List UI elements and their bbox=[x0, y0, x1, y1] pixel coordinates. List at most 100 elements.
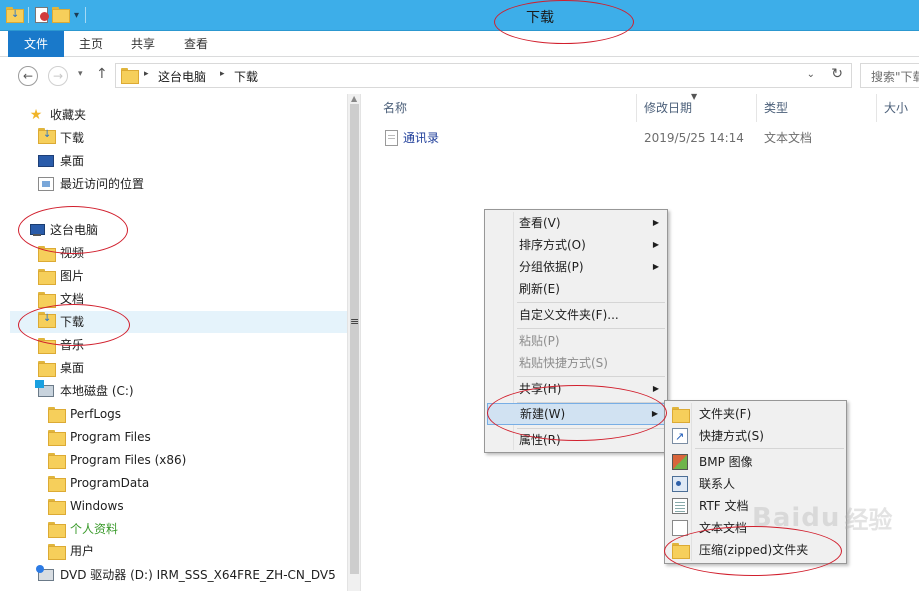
back-button[interactable]: ← bbox=[18, 66, 38, 86]
star-icon: ★ bbox=[29, 107, 43, 123]
nav-favorites-header[interactable]: ★ 收藏夹 bbox=[28, 104, 86, 126]
new-item-folder[interactable]: 文件夹(F) bbox=[667, 403, 844, 425]
nav-item-programdata[interactable]: ProgramData bbox=[48, 472, 149, 494]
back-arrow-icon: ← bbox=[22, 69, 34, 83]
navigation-bar: ← → ▾ ↑ ▸ 这台电脑 ▸ 下载 ⌄ ↻ 搜索"下载" bbox=[0, 57, 919, 94]
sort-descending-icon: ▼ bbox=[691, 92, 698, 101]
customize-toolbar-dropdown-icon[interactable]: ▾ bbox=[74, 10, 79, 21]
search-input[interactable]: 搜索"下载" bbox=[860, 63, 919, 88]
recent-locations-dropdown-icon[interactable]: ▾ bbox=[78, 69, 83, 79]
menu-label: 联系人 bbox=[699, 477, 736, 491]
nav-label: 图片 bbox=[60, 269, 85, 283]
nav-label: 用户 bbox=[70, 544, 95, 558]
menu-item-paste-shortcut: 粘贴快捷方式(S) bbox=[519, 356, 608, 370]
nav-label: 个人资料 bbox=[70, 522, 119, 536]
ribbon-tabs: 文件 主页 共享 查看 bbox=[0, 31, 919, 57]
menu-label: BMP 图像 bbox=[699, 455, 753, 469]
menu-item-group-by[interactable]: 分组依据(P) ▶ bbox=[487, 256, 665, 278]
baidu-watermark: Baidu 经验 bbox=[752, 500, 892, 535]
menu-label: 快捷方式(S) bbox=[699, 429, 764, 443]
downloads-folder-icon: ↓ bbox=[38, 127, 56, 149]
column-name[interactable]: 名称 bbox=[361, 94, 637, 122]
tab-home[interactable]: 主页 bbox=[66, 31, 116, 57]
nav-item-program-files[interactable]: Program Files bbox=[48, 426, 151, 448]
menu-separator bbox=[695, 448, 844, 449]
submenu-arrow-icon: ▶ bbox=[652, 240, 659, 249]
nav-local-disk[interactable]: 本地磁盘 (C:) bbox=[35, 380, 134, 402]
file-modified: 2019/5/25 14:14 bbox=[644, 131, 744, 145]
folder-icon bbox=[48, 453, 66, 469]
properties-icon[interactable] bbox=[35, 7, 49, 23]
nav-item-program-files-x86[interactable]: Program Files (x86) bbox=[48, 449, 186, 471]
new-folder-icon[interactable] bbox=[52, 7, 70, 23]
folder-icon bbox=[48, 407, 66, 423]
menu-item-properties[interactable]: 属性(R) bbox=[487, 429, 665, 451]
new-submenu: 文件夹(F) 快捷方式(S) BMP 图像 联系人 RTF 文档 文本文档 压缩… bbox=[664, 400, 847, 564]
rtf-document-icon bbox=[672, 498, 688, 514]
menu-item-view[interactable]: 查看(V) ▶ bbox=[487, 212, 665, 234]
toolbar-divider bbox=[28, 7, 29, 23]
menu-item-share[interactable]: 共享(H) ▶ bbox=[487, 378, 665, 400]
up-arrow-icon[interactable]: ↑ bbox=[96, 66, 108, 82]
nav-item-downloads-selected[interactable]: ↓ 下载 bbox=[10, 311, 347, 333]
address-history-dropdown-icon[interactable]: ⌄ bbox=[807, 69, 815, 80]
menu-item-refresh[interactable]: 刷新(E) bbox=[487, 278, 665, 300]
menu-item-new[interactable]: 新建(W) ▶ bbox=[487, 403, 665, 425]
submenu-arrow-icon: ▶ bbox=[652, 218, 659, 227]
music-folder-icon bbox=[38, 338, 56, 354]
new-item-bmp[interactable]: BMP 图像 bbox=[667, 451, 844, 473]
nav-item-dvd-drive[interactable]: DVD 驱动器 (D:) IRM_SSS_X64FRE_ZH-CN_DV5 bbox=[36, 564, 336, 586]
breadcrumb-separator-icon[interactable]: ▸ bbox=[144, 69, 149, 79]
menu-item-paste: 粘贴(P) bbox=[519, 334, 560, 348]
nav-label: 文档 bbox=[60, 292, 85, 306]
nav-item-windows[interactable]: Windows bbox=[48, 495, 124, 517]
file-row[interactable]: 通讯录 bbox=[385, 127, 439, 149]
downloads-folder-icon: ↓ bbox=[38, 311, 56, 333]
dvd-drive-icon bbox=[36, 565, 54, 581]
breadcrumb-separator-icon[interactable]: ▸ bbox=[220, 69, 225, 79]
nav-item-music[interactable]: 音乐 bbox=[38, 334, 84, 356]
nav-label: 收藏夹 bbox=[50, 108, 87, 122]
grip-icon[interactable]: ≡ bbox=[350, 315, 359, 328]
refresh-icon[interactable]: ↻ bbox=[831, 66, 843, 82]
tab-file[interactable]: 文件 bbox=[8, 31, 64, 57]
recent-places-icon bbox=[38, 177, 54, 191]
nav-this-pc-header[interactable]: 这台电脑 bbox=[28, 219, 98, 241]
new-item-zipped-folder[interactable]: 压缩(zipped)文件夹 bbox=[667, 539, 844, 561]
pictures-folder-icon bbox=[38, 269, 56, 285]
tab-share[interactable]: 共享 bbox=[118, 31, 168, 57]
nav-label: ProgramData bbox=[70, 476, 150, 490]
nav-item-recent-places[interactable]: 最近访问的位置 bbox=[38, 173, 144, 195]
scroll-up-icon[interactable]: ▲ bbox=[351, 94, 357, 103]
breadcrumb-this-pc[interactable]: 这台电脑 bbox=[158, 68, 206, 85]
text-document-icon bbox=[672, 520, 688, 536]
nav-item-videos[interactable]: 视频 bbox=[38, 242, 84, 264]
scrollbar-thumb[interactable] bbox=[350, 104, 359, 574]
address-bar[interactable]: ▸ 这台电脑 ▸ 下载 ⌄ ↻ bbox=[115, 63, 852, 88]
nav-item-desktop-pc[interactable]: 桌面 bbox=[38, 357, 84, 379]
nav-item-downloads[interactable]: ↓ 下载 bbox=[38, 127, 84, 149]
new-item-shortcut[interactable]: 快捷方式(S) bbox=[667, 425, 844, 448]
new-item-contact[interactable]: 联系人 bbox=[667, 473, 844, 495]
nav-item-users[interactable]: 用户 bbox=[48, 540, 94, 562]
menu-separator bbox=[517, 328, 665, 329]
watermark-brand: Baidu bbox=[752, 502, 841, 533]
column-size[interactable]: 大小 bbox=[877, 94, 919, 122]
documents-folder-icon bbox=[38, 292, 56, 308]
nav-item-pictures[interactable]: 图片 bbox=[38, 265, 84, 287]
menu-item-sort-by[interactable]: 排序方式(O) ▶ bbox=[487, 234, 665, 256]
nav-item-personal-data[interactable]: 个人资料 bbox=[48, 518, 118, 540]
desktop-icon bbox=[38, 155, 54, 167]
nav-item-desktop[interactable]: 桌面 bbox=[38, 150, 84, 172]
breadcrumb-downloads[interactable]: 下载 bbox=[234, 68, 258, 85]
forward-arrow-icon: → bbox=[52, 69, 64, 83]
forward-button[interactable]: → bbox=[48, 66, 68, 86]
nav-item-documents[interactable]: 文档 bbox=[38, 288, 84, 310]
nav-item-perflogs[interactable]: PerfLogs bbox=[48, 403, 121, 425]
tab-view[interactable]: 查看 bbox=[170, 31, 222, 57]
menu-item-customize-folder[interactable]: 自定义文件夹(F)... bbox=[487, 304, 665, 326]
nav-label: PerfLogs bbox=[70, 407, 122, 421]
nav-pane-scrollbar[interactable]: ▲ ≡ bbox=[347, 94, 361, 591]
column-type[interactable]: 类型 bbox=[757, 94, 877, 122]
downloads-folder-icon[interactable]: ↓ bbox=[6, 7, 24, 23]
